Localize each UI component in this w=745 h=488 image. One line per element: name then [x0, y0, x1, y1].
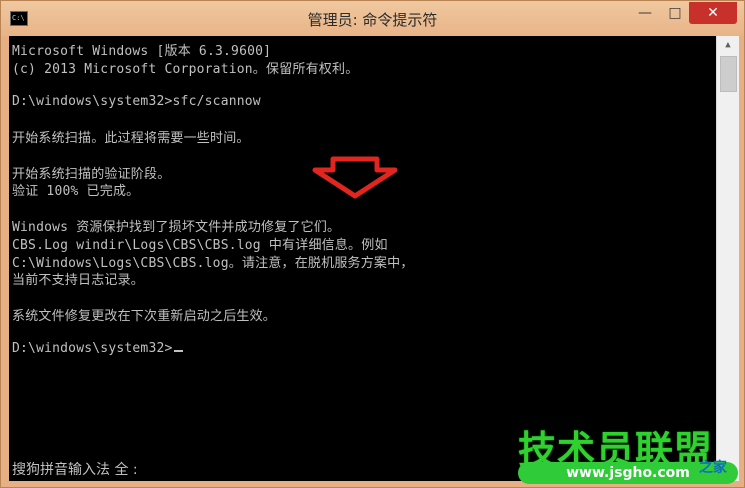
console-prompt-line[interactable]: D:\windows\system32>	[12, 341, 183, 356]
console-line: Microsoft Windows [版本 6.3.9600]	[12, 44, 272, 59]
close-button[interactable]: ✕	[689, 2, 737, 24]
vertical-scrollbar[interactable]: ▲	[716, 36, 739, 481]
console-line: D:\windows\system32>sfc/scannow	[12, 94, 261, 109]
console-line: CBS.Log windir\Logs\CBS\CBS.log 中有详细信息。例…	[12, 238, 388, 253]
title-bar[interactable]: C:\ 管理员: 命令提示符 — □ ✕	[1, 1, 744, 36]
console-prompt: D:\windows\system32>	[12, 341, 173, 356]
console-line: 系统文件修复更改在下次重新启动之后生效。	[12, 309, 277, 324]
ime-status-bar: 搜狗拼音输入法 全 :	[12, 462, 138, 478]
maximize-button[interactable]: □	[661, 2, 689, 24]
scroll-thumb[interactable]	[720, 56, 737, 92]
console-line: Windows 资源保护找到了损坏文件并成功修复了它们。	[12, 220, 341, 235]
console-line: 验证 100% 已完成。	[12, 184, 140, 199]
minimize-button[interactable]: —	[631, 2, 659, 24]
scroll-up-arrow-icon[interactable]: ▲	[717, 36, 739, 54]
console-line: 当前不支持日志记录。	[12, 273, 145, 288]
watermark-suffix: 之家	[699, 460, 727, 476]
command-prompt-window: C:\ 管理员: 命令提示符 — □ ✕ Microsoft Windows […	[0, 0, 745, 488]
console-line: (c) 2013 Microsoft Corporation。保留所有权利。	[12, 62, 359, 77]
console-line: 开始系统扫描。此过程将需要一些时间。	[12, 131, 250, 146]
console-output[interactable]: Microsoft Windows [版本 6.3.9600] (c) 2013…	[9, 36, 716, 481]
red-down-arrow-icon	[312, 156, 398, 199]
text-cursor	[173, 350, 183, 352]
